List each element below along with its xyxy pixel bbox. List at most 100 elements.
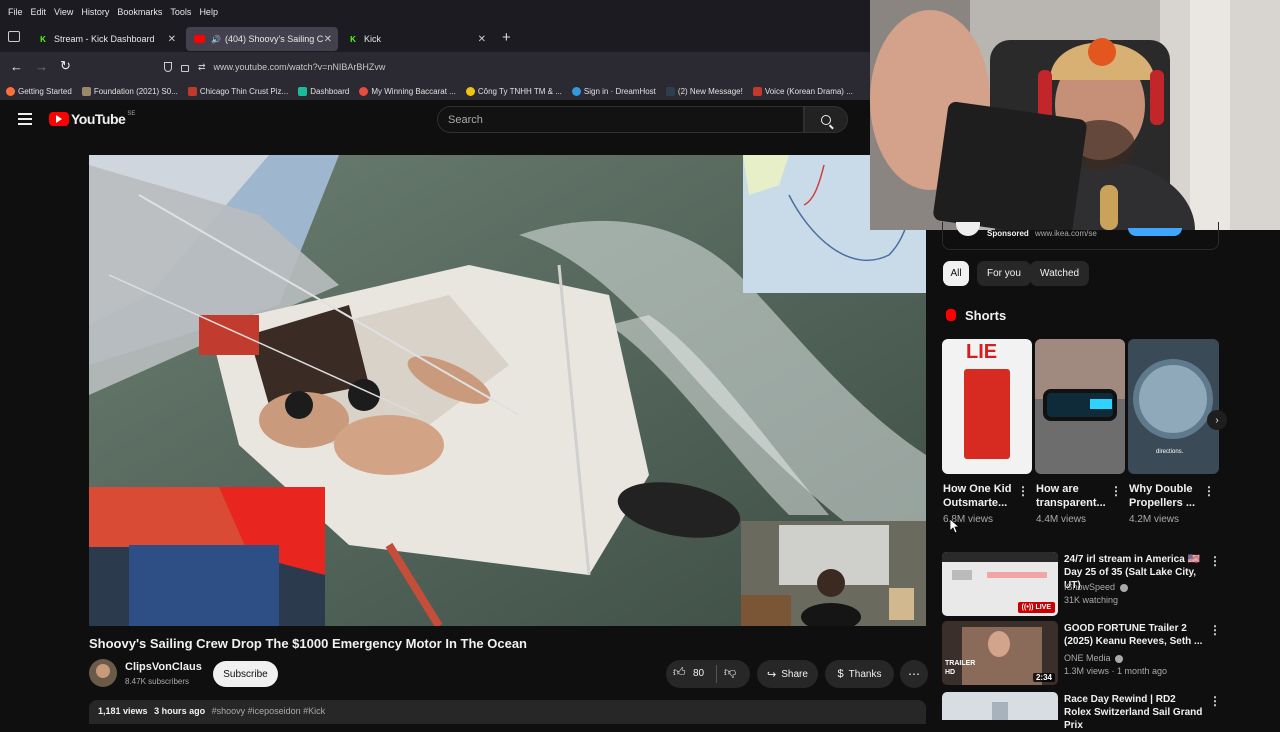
more-vert-icon[interactable]: ⋮ [1110,484,1122,498]
more-vert-icon[interactable]: ⋮ [1209,623,1221,637]
close-tab-icon[interactable]: ✕ [478,34,486,45]
tab-title: Kick [364,34,382,44]
menu-history[interactable]: History [77,7,113,17]
short-thumbnail[interactable]: LIE [942,339,1032,474]
channel-name[interactable]: ClipsVonClaus [125,661,202,673]
short-title[interactable]: How One Kid Outsmarte... [943,482,1019,510]
page-icon [359,86,369,96]
video-title: Shoovy's Sailing Crew Drop The $1000 Eme… [89,636,527,651]
back-icon[interactable]: ← [10,59,23,74]
bookmark-item[interactable]: Công Ty TNHH TM & ... [465,86,562,96]
bookmark-item[interactable]: Voice (Korean Drama) ... [752,86,853,96]
shorts-next-button[interactable]: › [1207,410,1227,430]
lock-icon[interactable] [181,65,189,72]
menu-edit[interactable]: Edit [27,7,51,17]
kick-icon: K [350,34,356,44]
rec-channel[interactable]: IShowSpeed [1064,581,1128,593]
short-title[interactable]: Why Double Propellers ... [1129,482,1205,510]
tab-list-icon[interactable] [8,31,20,42]
menu-view[interactable]: View [50,7,77,17]
sponsor-cta-button[interactable] [1128,228,1182,236]
reload-icon[interactable]: ↻ [60,58,71,74]
sponsored-label: Sponsored [987,229,1029,238]
close-tab-icon[interactable]: ✕ [168,34,176,45]
more-actions-button[interactable]: ⋯ [900,660,928,688]
rec-thumbnail[interactable]: TRAILER HD 2:34 [942,621,1058,685]
short-title[interactable]: How are transparent... [1036,482,1112,510]
short-thumbnail[interactable] [1035,339,1125,474]
chip-for-you[interactable]: For you [977,261,1031,286]
page-icon [187,86,197,96]
rec-meta: 1.3M views · 1 month ago [1064,666,1168,676]
bookmark-item[interactable]: Foundation (2021) S0... [81,86,178,96]
bookmark-label: Công Ty TNHH TM & ... [477,86,562,96]
menu-tools[interactable]: Tools [166,7,195,17]
menu-help[interactable]: Help [195,7,222,17]
thumbs-down-icon[interactable]: 👎︎ [724,665,736,680]
shield-icon[interactable] [164,62,172,72]
tab-youtube-video[interactable]: 🔊 (404) Shoovy's Sailing Crew ✕ [186,27,338,51]
bookmark-label: Sign in · DreamHost [583,86,656,96]
rec-thumbnail[interactable] [942,692,1058,720]
rec-title[interactable]: Race Day Rewind | RD2 Rolex Switzerland … [1064,693,1204,732]
channel-avatar[interactable] [89,659,117,687]
subscriber-count: 8.47K subscribers [125,677,190,686]
short-views: 4.2M views [1129,514,1180,525]
tab-kick-dashboard[interactable]: K Stream - Kick Dashboard ✕ [30,27,182,51]
bookmark-item[interactable]: Sign in · DreamHost [571,86,656,96]
verified-icon [1119,583,1128,592]
bookmark-label: Dashboard [310,86,350,96]
description-meta: 1,181 views 3 hours ago #shoovy #icepose… [98,706,325,716]
search-button[interactable] [804,106,848,133]
url-bar[interactable]: ⇄ www.youtube.com/watch?v=nNIBArBHZvw [156,56,870,78]
thumbs-up-icon[interactable]: 👍︎ [673,665,686,680]
bookmark-item[interactable]: My Winning Baccarat ... [359,86,456,96]
share-button[interactable]: ↪ Share [757,660,818,688]
bookmark-item[interactable]: (2) New Message! [665,86,743,96]
menu-bookmarks[interactable]: Bookmarks [113,7,166,17]
chip-watched[interactable]: Watched [1030,261,1090,286]
rec-title[interactable]: GOOD FORTUNE Trailer 2 (2025) Keanu Reev… [1064,622,1204,648]
page-info-icon[interactable]: ⇄ [198,62,206,73]
bookmark-item[interactable]: Dashboard [298,86,350,96]
bookmark-label: My Winning Baccarat ... [371,86,456,96]
hashtags[interactable]: #shoovy #iceposeidon #Kick [212,706,326,716]
kick-icon: K [40,34,46,44]
bookmark-item[interactable]: Chicago Thin Crust Piz... [187,86,288,96]
upload-age: 3 hours ago [154,706,206,716]
hamburger-menu-icon[interactable] [18,113,32,125]
firefox-icon [6,86,15,96]
rec-thumbnail[interactable]: ((•)) LIVE [942,552,1058,616]
more-vert-icon[interactable]: ⋮ [1209,694,1221,708]
page-icon [665,86,675,96]
chip-all[interactable]: All [943,261,969,286]
subscribe-button[interactable]: Subscribe [213,661,278,687]
thanks-button[interactable]: $ Thanks [825,660,894,688]
more-vert-icon[interactable]: ⋮ [1203,484,1215,498]
more-vert-icon[interactable]: ⋮ [1017,484,1029,498]
divider [716,665,717,683]
tab-bar: K Stream - Kick Dashboard ✕ 🔊 (404) Shoo… [0,24,870,52]
page-icon [571,86,581,96]
sponsor-url[interactable]: www.ikea.com/se [1035,229,1097,238]
bookmark-item[interactable]: Getting Started [6,86,72,96]
url-text[interactable]: www.youtube.com/watch?v=nNIBArBHZvw [214,62,386,72]
close-tab-icon[interactable]: ✕ [324,34,332,45]
region-code: SE [127,111,136,117]
rec-channel[interactable]: ONE Media [1064,652,1124,664]
share-label: Share [781,668,808,680]
menu-file[interactable]: File [4,7,27,17]
like-count[interactable]: 80 [693,668,704,679]
forward-icon[interactable]: → [35,59,48,74]
speaker-icon[interactable]: 🔊 [211,35,221,44]
search-icon [821,114,834,130]
short-thumbnail[interactable]: directions. [1128,339,1219,474]
video-player[interactable] [89,155,926,626]
youtube-logo[interactable]: YouTube SE [49,111,135,127]
live-badge-text: LIVE [1035,604,1051,611]
menu-bar: File Edit View History Bookmarks Tools H… [0,0,870,24]
tab-kick[interactable]: K Kick ✕ [340,27,492,51]
more-vert-icon[interactable]: ⋮ [1209,554,1221,568]
new-tab-button[interactable]: + [502,29,511,46]
search-input[interactable]: Search [437,106,804,133]
